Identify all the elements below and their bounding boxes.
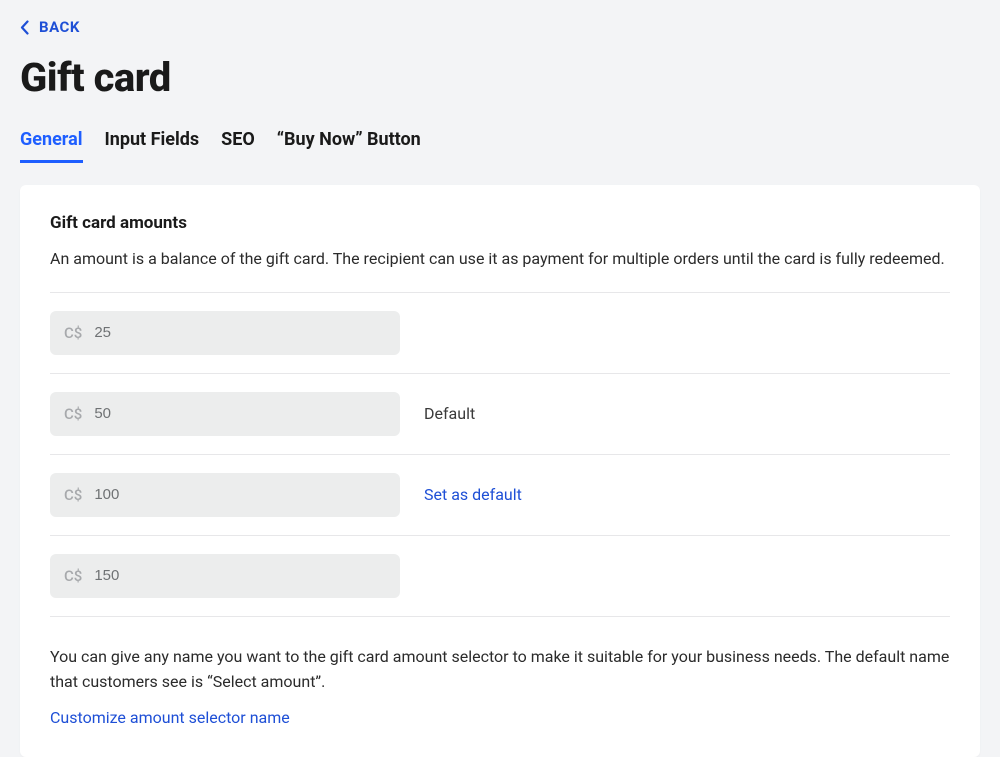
amount-field[interactable] [94, 405, 386, 422]
back-button[interactable]: BACK [20, 18, 80, 36]
amount-row: C$ Default [50, 373, 950, 454]
back-label: BACK [39, 18, 80, 36]
tab-buy-now-button[interactable]: “Buy Now” Button [277, 129, 421, 163]
set-as-default-link[interactable]: Set as default [424, 485, 522, 504]
currency-prefix: C$ [64, 405, 82, 423]
amount-input[interactable]: C$ [50, 473, 400, 517]
amount-row: C$ Set as default [50, 454, 950, 535]
tab-input-fields[interactable]: Input Fields [105, 129, 200, 163]
amount-input[interactable]: C$ [50, 392, 400, 436]
amount-field[interactable] [94, 486, 386, 503]
tab-general[interactable]: General [20, 129, 83, 163]
section-title: Gift card amounts [50, 213, 950, 233]
default-label: Default [424, 404, 475, 423]
chevron-left-icon [20, 20, 29, 35]
divider [50, 616, 950, 617]
amount-input[interactable]: C$ [50, 311, 400, 355]
section-description: An amount is a balance of the gift card.… [50, 247, 950, 272]
currency-prefix: C$ [64, 567, 82, 585]
gift-card-amounts-card: Gift card amounts An amount is a balance… [20, 185, 980, 757]
tab-seo[interactable]: SEO [221, 129, 255, 163]
amount-row: C$ [50, 292, 950, 373]
amount-row: C$ [50, 535, 950, 616]
currency-prefix: C$ [64, 486, 82, 504]
customize-selector-name-link[interactable]: Customize amount selector name [50, 708, 950, 727]
amount-field[interactable] [94, 324, 386, 341]
amount-field[interactable] [94, 567, 386, 584]
page-title: Gift card [20, 54, 980, 101]
amount-input[interactable]: C$ [50, 554, 400, 598]
currency-prefix: C$ [64, 324, 82, 342]
footer-description: You can give any name you want to the gi… [50, 645, 950, 695]
tabs: General Input Fields SEO “Buy Now” Butto… [20, 129, 980, 163]
